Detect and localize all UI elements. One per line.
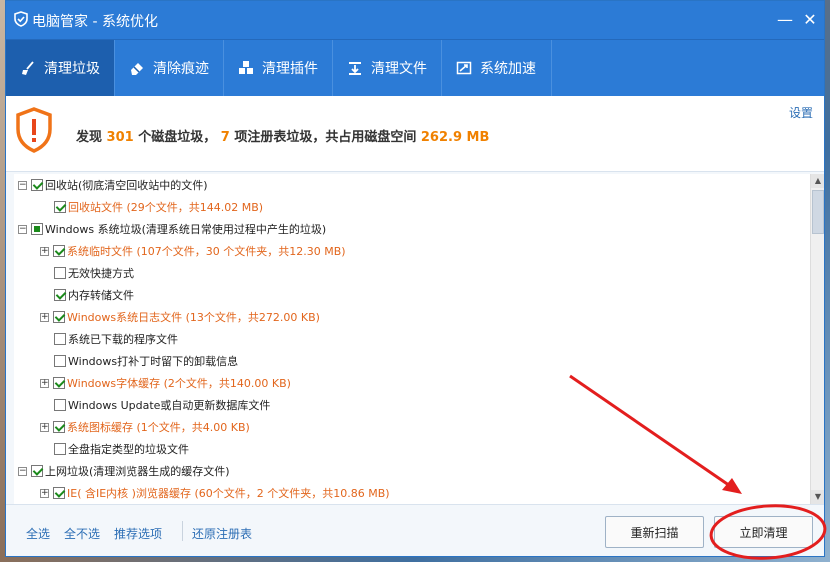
checkbox[interactable] <box>54 201 66 213</box>
download-file-icon <box>349 62 361 75</box>
tree-item-recycle[interactable]: − 回收站(彻底清空回收站中的文件) <box>18 175 208 195</box>
checkbox[interactable] <box>53 311 65 323</box>
tree-item-invalid-shortcuts[interactable]: 无效快捷方式 <box>54 263 134 283</box>
checkbox[interactable] <box>54 333 66 345</box>
warning-shield-icon <box>16 107 52 153</box>
window-title: 电脑管家 - 系统优化 <box>32 14 158 30</box>
eraser-icon <box>131 63 143 75</box>
settings-link[interactable]: 设置 <box>789 104 813 121</box>
tab-clean-plugins[interactable]: 清理插件 <box>224 40 333 96</box>
tree-item-icon-cache[interactable]: + 系统图标缓存 (1个文件，共4.00 KB) <box>40 417 250 437</box>
recommended-link[interactable]: 推荐选项 <box>114 525 162 542</box>
plugin-icon <box>239 61 253 74</box>
tab-clean-junk[interactable]: 清理垃圾 <box>6 40 115 96</box>
tree-label: 回收站文件 (29个文件，共144.02 MB) <box>68 201 264 214</box>
tree-label: 系统已下载的程序文件 <box>68 333 178 346</box>
checkbox[interactable] <box>54 443 66 455</box>
tab-label: 清理文件 <box>371 61 427 77</box>
tree-item-temp-files[interactable]: + 系统临时文件 (107个文件，30 个文件夹，共12.30 MB) <box>40 241 346 261</box>
total-size: 262.9 MB <box>420 130 490 145</box>
tree-item-system-logs[interactable]: + Windows系统日志文件 (13个文件，共272.00 KB) <box>40 307 320 327</box>
scan-summary: 发现 301 个磁盘垃圾， 7 项注册表垃圾，共占用磁盘空间 262.9 MB … <box>6 96 824 172</box>
tree-item-recycle-files[interactable]: 回收站文件 (29个文件，共144.02 MB) <box>54 197 263 217</box>
registry-junk-count: 7 <box>220 130 230 145</box>
checkbox[interactable] <box>54 355 66 367</box>
shield-logo-icon <box>14 11 28 27</box>
app-window: 电脑管家 - 系统优化 — ✕ 清理垃圾 清除痕迹 清理插件 清理文件 系统加速 <box>5 0 825 557</box>
tree-label: 内存转储文件 <box>68 289 134 302</box>
summary-part: 发现 <box>76 130 103 145</box>
close-button[interactable]: ✕ <box>801 11 819 29</box>
tree-label: 系统临时文件 (107个文件，30 个文件夹，共12.30 MB) <box>67 245 346 258</box>
expand-icon[interactable]: + <box>40 246 49 256</box>
checkbox[interactable] <box>53 377 65 389</box>
clean-now-button[interactable]: 立即清理 <box>714 516 813 548</box>
disk-junk-count: 301 <box>106 130 134 145</box>
summary-text: 发现 301 个磁盘垃圾， 7 项注册表垃圾，共占用磁盘空间 262.9 MB <box>76 126 489 145</box>
checkbox[interactable] <box>53 245 65 257</box>
tree-item-typed-junk[interactable]: 全盘指定类型的垃圾文件 <box>54 439 189 459</box>
summary-part: 项注册表垃圾，共占用磁盘空间 <box>234 130 417 145</box>
speedup-icon <box>456 61 472 75</box>
expand-icon[interactable]: + <box>40 312 49 322</box>
summary-part: 个磁盘垃圾， <box>138 130 217 145</box>
scroll-up-icon[interactable]: ▲ <box>811 174 824 188</box>
collapse-icon[interactable]: − <box>18 466 27 476</box>
tree-item-downloaded-programs[interactable]: 系统已下载的程序文件 <box>54 329 178 349</box>
collapse-icon[interactable]: − <box>18 180 27 190</box>
checkbox[interactable] <box>53 421 65 433</box>
tree-item-ie-cache[interactable]: + IE( 含IE内核 )浏览器缓存 (60个文件，2 个文件夹，共10.86 … <box>40 483 390 503</box>
tab-system-speedup[interactable]: 系统加速 <box>442 40 552 96</box>
expand-icon[interactable]: + <box>40 488 49 498</box>
restore-registry-link[interactable]: 还原注册表 <box>192 525 252 542</box>
tab-label: 清理插件 <box>262 61 318 77</box>
tree-label: Windows Update或自动更新数据库文件 <box>68 399 271 412</box>
minimize-button[interactable]: — <box>776 11 794 29</box>
tree-item-internet[interactable]: − 上网垃圾(清理浏览器生成的缓存文件) <box>18 461 230 481</box>
checkbox[interactable] <box>54 289 66 301</box>
checkbox[interactable] <box>53 487 65 499</box>
tab-label: 系统加速 <box>480 61 536 77</box>
scroll-thumb[interactable] <box>812 190 824 234</box>
checkbox[interactable] <box>54 399 66 411</box>
rescan-button[interactable]: 重新扫描 <box>605 516 704 548</box>
scroll-down-icon[interactable]: ▼ <box>811 490 824 504</box>
tree-label: Windows打补丁时留下的卸载信息 <box>68 355 239 368</box>
expand-icon[interactable]: + <box>40 422 49 432</box>
tab-clean-files[interactable]: 清理文件 <box>333 40 442 96</box>
tree-item-memory-dump[interactable]: 内存转储文件 <box>54 285 134 305</box>
tree-label: 全盘指定类型的垃圾文件 <box>68 443 189 456</box>
tab-label: 清理垃圾 <box>44 61 100 77</box>
collapse-icon[interactable]: − <box>18 224 27 234</box>
tree-label: 回收站(彻底清空回收站中的文件) <box>45 179 208 192</box>
tree-label: 系统图标缓存 (1个文件，共4.00 KB) <box>67 421 250 434</box>
tab-label: 清除痕迹 <box>153 61 209 77</box>
tree-label: Windows系统日志文件 (13个文件，共272.00 KB) <box>67 311 320 324</box>
checkbox[interactable] <box>54 267 66 279</box>
select-all-link[interactable]: 全选 <box>26 525 50 542</box>
tree-item-windows-update[interactable]: Windows Update或自动更新数据库文件 <box>54 395 270 415</box>
tab-clear-traces[interactable]: 清除痕迹 <box>115 40 224 96</box>
tab-bar: 清理垃圾 清除痕迹 清理插件 清理文件 系统加速 <box>6 39 824 96</box>
junk-tree: − 回收站(彻底清空回收站中的文件) 回收站文件 (29个文件，共144.02 … <box>14 174 810 504</box>
checkbox[interactable] <box>31 465 43 477</box>
select-none-link[interactable]: 全不选 <box>64 525 100 542</box>
tree-label: IE( 含IE内核 )浏览器缓存 (60个文件，2 个文件夹，共10.86 MB… <box>67 487 390 500</box>
divider <box>182 521 183 541</box>
checkbox[interactable] <box>31 179 43 191</box>
vertical-scrollbar[interactable]: ▲ ▼ <box>810 174 824 504</box>
tree-label: 上网垃圾(清理浏览器生成的缓存文件) <box>45 465 230 478</box>
tree-label: Windows字体缓存 (2个文件，共140.00 KB) <box>67 377 291 390</box>
tree-label: 无效快捷方式 <box>68 267 134 280</box>
tree-item-windows[interactable]: − Windows 系统垃圾(清理系统日常使用过程中产生的垃圾) <box>18 219 326 239</box>
tree-item-patch-uninstall[interactable]: Windows打补丁时留下的卸载信息 <box>54 351 238 371</box>
footer-bar: 全选 全不选 推荐选项 还原注册表 重新扫描 立即清理 <box>6 504 824 556</box>
broom-icon <box>22 61 34 75</box>
tree-item-font-cache[interactable]: + Windows字体缓存 (2个文件，共140.00 KB) <box>40 373 291 393</box>
expand-icon[interactable]: + <box>40 378 49 388</box>
title-bar: 电脑管家 - 系统优化 — ✕ <box>6 1 824 39</box>
checkbox[interactable] <box>31 223 43 235</box>
tree-label: Windows 系统垃圾(清理系统日常使用过程中产生的垃圾) <box>45 223 327 236</box>
